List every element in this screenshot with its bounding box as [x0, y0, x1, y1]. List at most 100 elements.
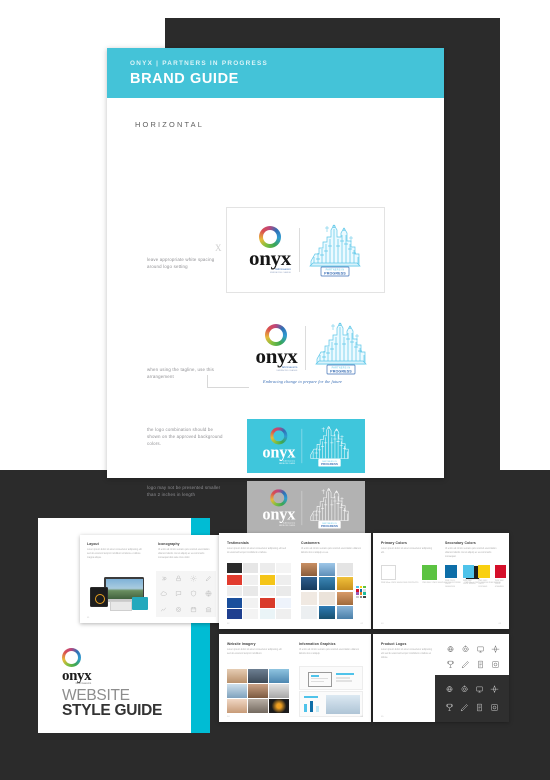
document-icon[interactable] [472, 699, 487, 718]
panel-primary-colors: Primary Colors Lorem ipsum dolor sit ame… [381, 541, 435, 555]
onyx-wordmark-sub2: EMBRACING CHANGE [278, 463, 295, 465]
logo-lockup: onyx fabrimaestro EMBRACING CHANGE PARTN… [249, 222, 362, 278]
logo-wordmark-block: onyx fabrimaestro EMBRACING CHANGE [249, 226, 299, 275]
logo-wordmark-block: onyx fabrimaestro EMBRACING CHANGE [262, 427, 301, 465]
slide-card-colors[interactable]: Primary Colors Lorem ipsum dolor sit ame… [373, 533, 509, 629]
slide-card-product-logos[interactable]: Product Logos Lorem ipsum dolor sit amet… [373, 634, 509, 722]
document-icon[interactable] [473, 657, 488, 672]
infographic-card-1 [299, 666, 363, 690]
slide-card-testimonials-customers[interactable]: Testimonials Lorem ipsum dolor sit amet … [219, 533, 371, 629]
city-skyline-icon: PARTNERS IN PROGRESS [310, 487, 348, 529]
onyx-ring-icon [265, 324, 287, 346]
photo-tile [227, 669, 247, 683]
target-icon[interactable] [171, 602, 186, 617]
color-swatch-red [494, 565, 507, 578]
monitor-icon[interactable] [473, 642, 488, 657]
slide-card-imagery-infographics[interactable]: Website Imagery Lorem ipsum dolor sit am… [219, 634, 371, 722]
logo-chip [243, 574, 259, 585]
globe-icon[interactable] [201, 586, 216, 601]
pen-icon[interactable] [458, 657, 473, 672]
panel-secondary-colors: Secondary Colors Ut enim ad minim veniam… [445, 541, 501, 559]
panel-heading: Testimonials [227, 541, 249, 545]
info-bar-chart [310, 701, 313, 712]
logo-chip [243, 563, 259, 573]
shield-icon[interactable] [186, 586, 201, 601]
onyx-ring-icon [270, 489, 287, 506]
pencil-icon[interactable] [201, 571, 216, 586]
photo-tile [336, 591, 353, 605]
panel-body: Lorem ipsum dolor sit amet consectetur a… [381, 649, 433, 660]
target-icon[interactable] [457, 680, 472, 699]
panel-heading: Information Graphics [299, 642, 336, 646]
panel-heading: Customers [301, 541, 320, 545]
logo-lockup-gray: onyx fabrimaestro EMBRACING CHANGE PARTN… [262, 486, 350, 530]
swatch-group: PMS 109C CMYK 0/15/100/0 [478, 565, 492, 589]
chart-icon[interactable] [156, 602, 171, 617]
backdrop-right-band [500, 0, 550, 470]
onyx-wordmark-sub: fabrimaestro [282, 459, 295, 463]
photo-tile [227, 699, 247, 713]
trophy-icon[interactable] [442, 699, 457, 718]
panel-body: Lorem ipsum dolor sit amet consectetur a… [227, 548, 286, 555]
city-skyline-icon: PARTNERS IN PROGRESS [315, 322, 368, 375]
calendar-icon[interactable] [186, 602, 201, 617]
swatch-caption: PMS White CMYK 0/0/0/0 RGB 255/255/255 [381, 582, 419, 584]
monitor-small [110, 601, 132, 611]
globe-icon[interactable] [442, 680, 457, 699]
photo-tile [301, 563, 318, 576]
info-photo [326, 695, 360, 714]
key-swatch [356, 589, 359, 592]
key-swatch [363, 592, 366, 595]
key-swatch [356, 595, 359, 598]
partners-badge: PARTNERS IN PROGRESS [317, 520, 341, 529]
logo-chip [243, 586, 259, 596]
partners-badge: PARTNERS IN PROGRESS [327, 364, 356, 375]
color-swatch-sky [462, 565, 475, 578]
photo-tile [336, 577, 353, 591]
panel-website-imagery: Website Imagery Lorem ipsum dolor sit am… [227, 642, 285, 656]
onyx-ring-icon [259, 226, 281, 248]
secondary-swatch-row: PMS 2152C CMYK 100/60/0/10 PMS 298C CMYK… [445, 565, 509, 589]
logo-chip [227, 563, 242, 573]
compass-icon[interactable] [488, 642, 503, 657]
info-bar-chart [316, 706, 319, 712]
slide-card-layout-icons[interactable]: Layout Lorem ipsum dolor sit amet consec… [80, 535, 220, 623]
cloud-icon[interactable] [156, 586, 171, 601]
section-label-horizontal: HORIZONTAL [135, 120, 205, 129]
photo-tile [248, 684, 268, 698]
link-icon[interactable] [156, 571, 171, 586]
panel-testimonials: Testimonials Lorem ipsum dolor sit amet … [227, 541, 289, 555]
compass-icon[interactable] [487, 680, 502, 699]
shield-icon[interactable] [487, 699, 502, 718]
phone-frame [132, 597, 148, 610]
svg-text:PROGRESS: PROGRESS [324, 272, 346, 276]
target-icon[interactable] [458, 642, 473, 657]
tablet-frame [90, 587, 108, 607]
shield-icon[interactable] [488, 657, 503, 672]
trophy-icon[interactable] [443, 657, 458, 672]
gear-icon[interactable] [186, 571, 201, 586]
logo-chip [259, 563, 275, 573]
lock-icon[interactable] [171, 571, 186, 586]
key-swatch [356, 592, 359, 595]
globe-icon[interactable] [443, 642, 458, 657]
photo-tile [318, 591, 336, 605]
logo-chip [276, 586, 291, 596]
bank-icon[interactable] [201, 602, 216, 617]
info-line [336, 680, 352, 682]
monitor-icon[interactable] [472, 680, 487, 699]
photo-tile [248, 699, 268, 713]
onyx-wordmark: onyx [255, 343, 298, 368]
photo-tile [318, 577, 336, 591]
color-key-grid [356, 586, 366, 598]
photo-tile [248, 669, 268, 683]
partners-badge: PARTNERS IN PROGRESS [320, 266, 350, 277]
logo-wordmark-block: onyx fabrimaestro EMBRACING CHANGE [256, 324, 306, 373]
brand-guide-title: BRAND GUIDE [130, 71, 239, 88]
clearspace-mark-left: X [215, 243, 222, 253]
chat-icon[interactable] [171, 586, 186, 601]
logo-chip [276, 563, 291, 573]
partners-badge-block: PARTNERS IN PROGRESS [302, 424, 350, 468]
onyx-wordmark-sub: fabrimaestro [275, 267, 291, 271]
pen-icon[interactable] [457, 699, 472, 718]
